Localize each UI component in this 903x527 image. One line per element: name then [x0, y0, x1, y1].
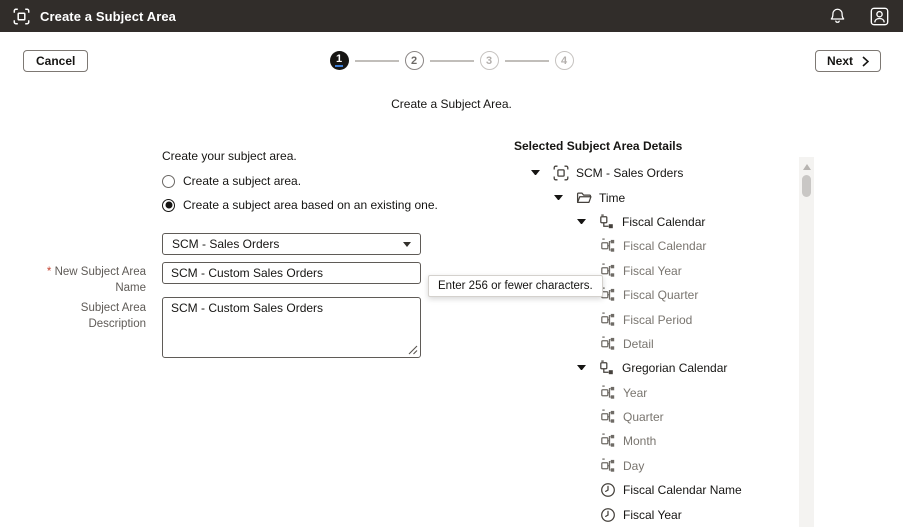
tree-item[interactable]: Gregorian Calendar: [0, 356, 795, 380]
level-icon: [600, 238, 616, 254]
tree-item[interactable]: SCM - Sales Orders: [0, 161, 795, 185]
step-number: 4: [560, 54, 568, 67]
level-icon: [600, 336, 616, 352]
clock-icon: [600, 507, 616, 523]
clock-icon: [600, 482, 616, 498]
wizard-step-2[interactable]: 2: [404, 51, 424, 70]
step-connector: [429, 59, 474, 62]
tree-item[interactable]: Quarter: [0, 405, 795, 429]
tree-item-label: Fiscal Year: [623, 507, 682, 522]
hierarchy-icon: [599, 360, 615, 376]
tree-item-label: Fiscal Calendar: [622, 214, 706, 229]
next-button[interactable]: Next: [814, 50, 881, 72]
tree-item-label: Gregorian Calendar: [622, 361, 728, 376]
tree-item[interactable]: Month: [0, 429, 795, 453]
tree-item-label: Quarter: [623, 410, 664, 425]
tree-item[interactable]: Fiscal Calendar: [0, 210, 795, 234]
caret-down-icon[interactable]: [531, 170, 540, 176]
step-number: 1: [334, 53, 344, 68]
wizard-subtitle: Create a Subject Area.: [391, 97, 512, 111]
tree-item-label: Fiscal Calendar Name: [623, 483, 742, 498]
scrollbar-up-arrow-icon[interactable]: [802, 164, 811, 170]
tree-item-label: Month: [623, 434, 657, 449]
tree-item[interactable]: Detail: [0, 332, 795, 356]
titlebar-actions: [829, 6, 890, 27]
tree-item[interactable]: Fiscal Calendar: [0, 234, 795, 258]
tree-item[interactable]: Fiscal Calendar Name: [0, 478, 795, 502]
step-number: 3: [485, 54, 493, 67]
tree-item-label: Time: [599, 190, 626, 205]
wizard-step-3[interactable]: 3: [479, 51, 499, 70]
level-icon: [600, 409, 616, 425]
next-button-label: Next: [826, 54, 853, 68]
tree-item-label: Detail: [623, 336, 654, 351]
wizard-step-1[interactable]: 1: [329, 51, 349, 70]
caret-down-icon[interactable]: [577, 365, 586, 371]
tree-item-label: Fiscal Year: [623, 263, 682, 278]
chevron-right-icon: [862, 55, 869, 67]
caret-down-icon[interactable]: [554, 194, 563, 201]
level-icon: [600, 433, 616, 449]
level-icon: [600, 458, 616, 474]
tree-item-label: Day: [623, 458, 645, 473]
hierarchy-icon: [599, 214, 615, 230]
window-title: Create a Subject Area: [40, 8, 177, 24]
tree-item[interactable]: Day: [0, 454, 795, 478]
step-connector: [354, 59, 399, 62]
tree-item[interactable]: Fiscal Year: [0, 259, 795, 283]
tree-item[interactable]: Time: [0, 185, 795, 209]
wizard-stepper: 1 2 3 4: [329, 51, 574, 70]
tree-item-label: Year: [623, 385, 648, 400]
character-limit-tooltip: Enter 256 or fewer characters.: [428, 275, 603, 297]
tree-item[interactable]: Fiscal Quarter: [0, 283, 795, 307]
tree-item-label: Fiscal Calendar: [623, 239, 707, 254]
level-icon: [600, 385, 616, 401]
tree-item-label: Fiscal Period: [623, 312, 693, 327]
notifications-bell-icon[interactable]: [829, 7, 846, 25]
scrollbar-thumb[interactable]: [802, 175, 811, 197]
wizard-step-4[interactable]: 4: [554, 51, 574, 70]
user-avatar-icon[interactable]: [869, 6, 890, 27]
level-icon: [600, 312, 616, 328]
step-connector: [504, 59, 549, 62]
window-titlebar: Create a Subject Area: [0, 0, 903, 32]
caret-down-icon[interactable]: [577, 218, 586, 225]
subject-area-icon: [13, 8, 30, 25]
step-number: 2: [410, 54, 418, 67]
tree-scrollbar[interactable]: [799, 157, 814, 527]
folder-icon: [576, 190, 592, 206]
tree-item-label: Fiscal Quarter: [623, 288, 699, 303]
tree-panel-title: Selected Subject Area Details: [514, 139, 683, 153]
tree-item[interactable]: Year: [0, 381, 795, 405]
tree-item[interactable]: Fiscal Period: [0, 307, 795, 331]
cancel-button[interactable]: Cancel: [23, 50, 89, 72]
tree-item-label: SCM - Sales Orders: [576, 166, 684, 181]
tree-item[interactable]: Fiscal Year: [0, 502, 795, 526]
subject-area-tree: SCM - Sales Orders Time Fiscal Calendar Fis…: [0, 161, 795, 527]
subject-area-icon: [553, 165, 569, 181]
